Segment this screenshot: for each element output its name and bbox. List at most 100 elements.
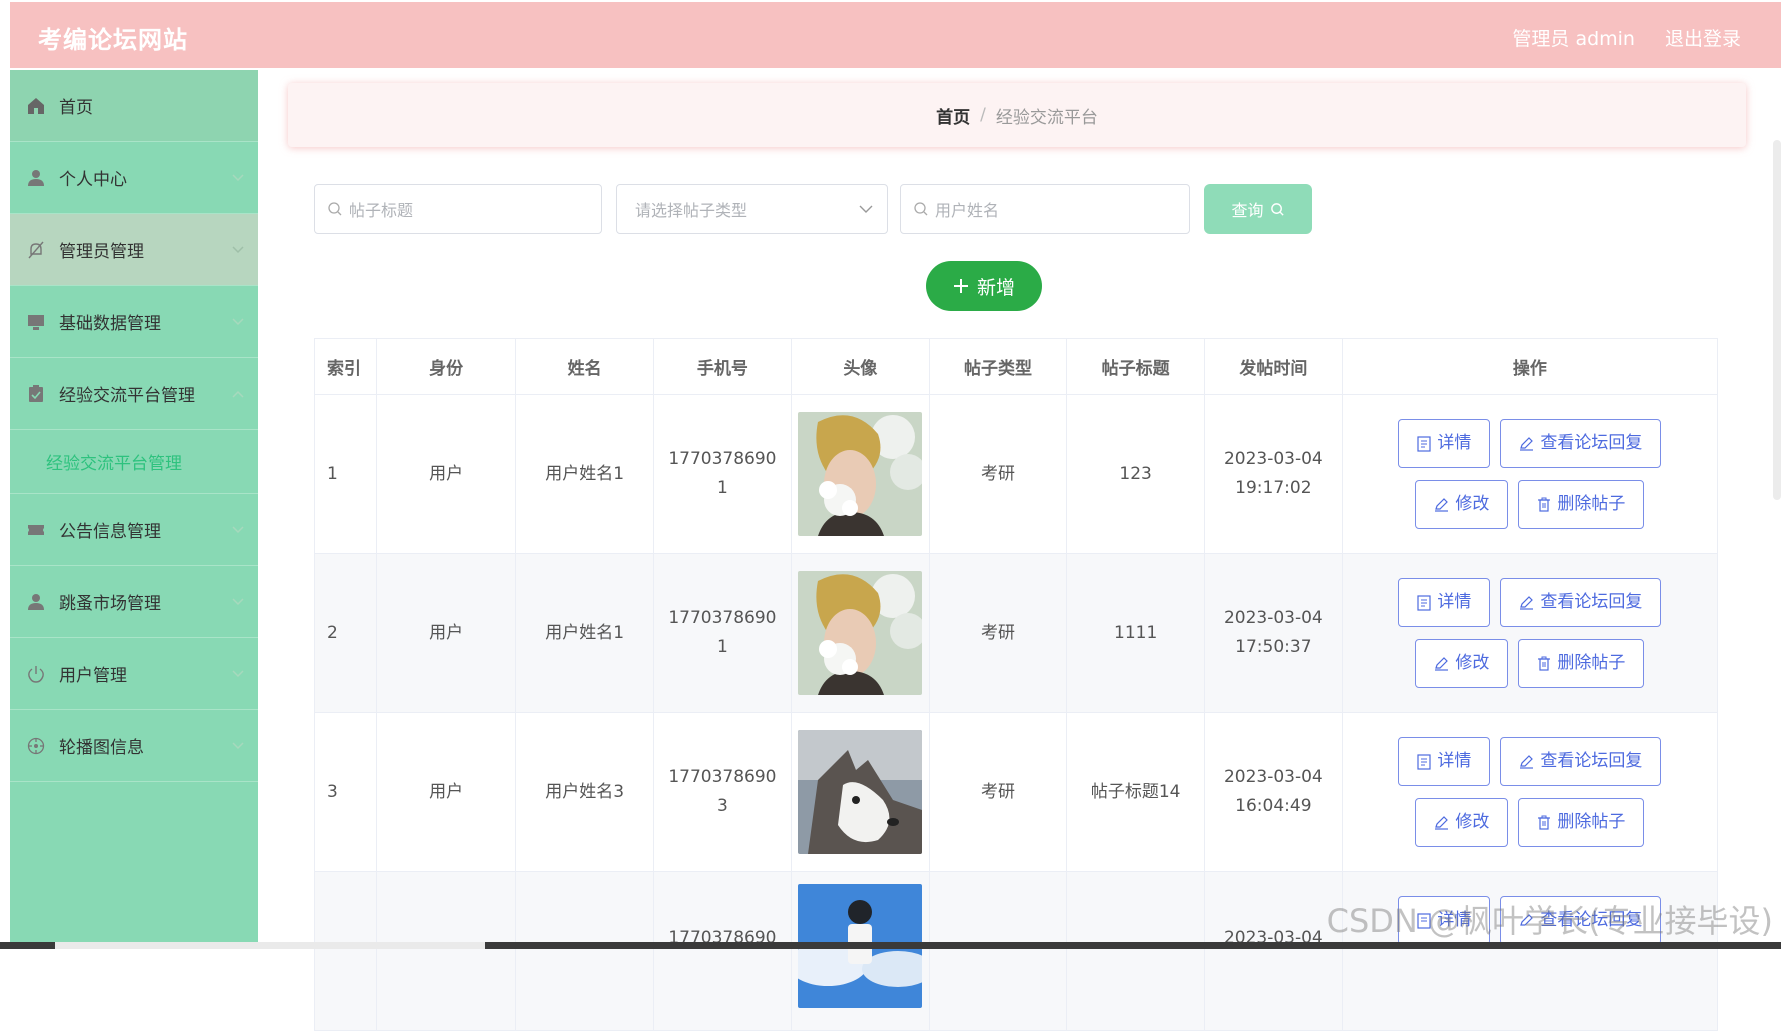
detail-button[interactable]: 详情 — [1398, 419, 1491, 468]
scrollbar-thumb[interactable] — [55, 942, 485, 949]
avatar[interactable] — [798, 730, 923, 854]
add-button-label: 新增 — [976, 276, 1015, 299]
sidebar-item-users[interactable]: 用户管理 — [10, 638, 258, 710]
cell-title — [1066, 871, 1205, 1031]
chevron-up-icon — [218, 390, 258, 398]
cell-avatar — [790, 394, 930, 554]
view-reply-button[interactable]: 查看论坛回复 — [1500, 737, 1662, 786]
top-header: 考编论坛网站 管理员 admin 退出登录 — [10, 2, 1781, 68]
cell-role — [375, 871, 517, 1031]
watermark-text: CSDN @枫叶学长(专业接毕设) — [1326, 902, 1773, 940]
breadcrumb-home[interactable]: 首页 — [936, 103, 970, 128]
query-button-label: 查询 — [1231, 201, 1264, 220]
cell-phone: 1770378690 1 — [652, 394, 792, 554]
username-search-input[interactable]: 用户姓名 — [900, 184, 1190, 234]
cell-phone: 1770378690 1 — [652, 553, 792, 713]
phone-line: 1770378690 — [668, 608, 777, 628]
table-row: 3 用户 用户姓名3 1770378690 3 考研 帖子标题14 2023-03… — [314, 712, 1719, 872]
clipboard-icon — [25, 383, 47, 405]
main-content: 首页 / 经验交流平台 帖子标题 请选择帖子类型 用户姓名 查询 新增 索引 身… — [258, 70, 1781, 1031]
cell-ops: 详情 查看论坛回复 修改 删除帖子 — [1341, 553, 1719, 713]
edit-button[interactable]: 修改 — [1415, 480, 1509, 529]
cell-type: 考研 — [928, 553, 1068, 713]
phone-line: 1 — [716, 478, 728, 498]
trash-icon — [1537, 497, 1551, 512]
trash-icon — [1537, 815, 1551, 830]
delete-button[interactable]: 删除帖子 — [1518, 639, 1645, 688]
view-reply-label: 查看论坛回复 — [1540, 751, 1643, 771]
bell-off-icon — [25, 239, 47, 261]
time-date: 2023-03-04 — [1223, 449, 1323, 469]
column-header: 帖子标题 — [1066, 338, 1205, 395]
pencil-icon — [1519, 436, 1534, 451]
edit-label: 修改 — [1455, 494, 1490, 514]
cell-title: 帖子标题14 — [1066, 712, 1205, 872]
detail-button[interactable]: 详情 — [1398, 578, 1491, 627]
sidebar-item-label: 公告信息管理 — [59, 522, 161, 542]
cell-title: 1111 — [1066, 553, 1205, 713]
sidebar-item-flea-market[interactable]: 跳蚤市场管理 — [10, 566, 258, 638]
view-reply-button[interactable]: 查看论坛回复 — [1500, 419, 1662, 468]
sidebar-item-admin[interactable]: 管理员管理 — [10, 214, 258, 286]
edit-button[interactable]: 修改 — [1415, 798, 1509, 847]
delete-button[interactable]: 删除帖子 — [1518, 480, 1645, 529]
sidebar-item-profile[interactable]: 个人中心 — [10, 142, 258, 214]
phone-line: 1770378690 — [668, 449, 777, 469]
query-button[interactable]: 查询 — [1204, 184, 1312, 234]
sidebar-subitem-label: 经验交流平台管理 — [46, 454, 182, 474]
chevron-down-icon — [218, 597, 258, 606]
sidebar-item-label: 个人中心 — [59, 170, 127, 190]
column-header: 发帖时间 — [1203, 338, 1343, 395]
edit-button[interactable]: 修改 — [1415, 639, 1509, 688]
cell-ops: 详情 查看论坛回复 修改 删除帖子 — [1341, 394, 1719, 554]
detail-button[interactable]: 详情 — [1398, 737, 1491, 786]
sidebar-item-carousel[interactable]: 轮播图信息 — [10, 710, 258, 782]
delete-button[interactable]: 删除帖子 — [1518, 798, 1645, 847]
sidebar-item-notice[interactable]: 公告信息管理 — [10, 494, 258, 566]
user-icon — [25, 591, 47, 613]
sidebar-item-label: 管理员管理 — [59, 242, 144, 262]
cell-time: 2023-03-04 17:50:37 — [1203, 553, 1343, 713]
vertical-scrollbar[interactable] — [1773, 140, 1781, 500]
view-reply-button[interactable]: 查看论坛回复 — [1500, 578, 1662, 627]
cell-phone: 1770378690 — [652, 871, 792, 1031]
avatar[interactable] — [798, 412, 923, 536]
search-icon — [1270, 202, 1285, 217]
sidebar-item-forum-mgmt[interactable]: 经验交流平台管理 — [10, 358, 258, 430]
chevron-down-icon — [218, 317, 258, 326]
view-reply-label: 查看论坛回复 — [1540, 433, 1643, 453]
sidebar-item-home[interactable]: 首页 — [10, 70, 258, 142]
table-row: 1 用户 用户姓名1 1770378690 1 考研 123 2023-03-04… — [314, 394, 1719, 554]
pencil-icon — [1434, 656, 1449, 671]
sidebar-item-basic-data[interactable]: 基础数据管理 — [10, 286, 258, 358]
sidebar-item-label: 基础数据管理 — [59, 314, 161, 334]
admin-user-label[interactable]: 管理员 admin — [1512, 24, 1635, 51]
power-icon — [25, 663, 47, 685]
phone-line: 1770378690 — [668, 767, 777, 787]
cell-role: 用户 — [375, 394, 517, 554]
table-header-row: 索引 身份 姓名 手机号 头像 帖子类型 帖子标题 发帖时间 操作 — [314, 338, 1719, 395]
cell-time: 2023-03-04 — [1203, 871, 1343, 1031]
cell-time: 2023-03-04 16:04:49 — [1203, 712, 1343, 872]
time-clock: 19:17:02 — [1235, 478, 1312, 498]
sidebar-subitem-forum[interactable]: 经验交流平台管理 — [10, 430, 258, 494]
title-search-input[interactable]: 帖子标题 — [314, 184, 602, 234]
delete-label: 删除帖子 — [1557, 653, 1626, 673]
time-clock: 17:50:37 — [1235, 637, 1312, 657]
user-icon — [25, 167, 47, 189]
cell-name: 用户姓名1 — [515, 553, 654, 713]
ticket-icon — [25, 519, 47, 541]
chevron-down-icon — [218, 245, 258, 254]
cell-title: 123 — [1066, 394, 1205, 554]
breadcrumb-current: 经验交流平台 — [995, 107, 1098, 128]
cell-name: 用户姓名1 — [515, 394, 654, 554]
pencil-icon — [1434, 815, 1449, 830]
cell-type: 考研 — [928, 394, 1068, 554]
sidebar-item-label: 经验交流平台管理 — [59, 386, 195, 406]
post-type-select[interactable]: 请选择帖子类型 — [616, 184, 888, 234]
horizontal-scrollbar[interactable] — [0, 942, 1781, 949]
phone-line: 1 — [716, 637, 728, 657]
add-button[interactable]: 新增 — [926, 261, 1042, 311]
logout-link[interactable]: 退出登录 — [1665, 24, 1741, 51]
avatar[interactable] — [798, 571, 923, 695]
